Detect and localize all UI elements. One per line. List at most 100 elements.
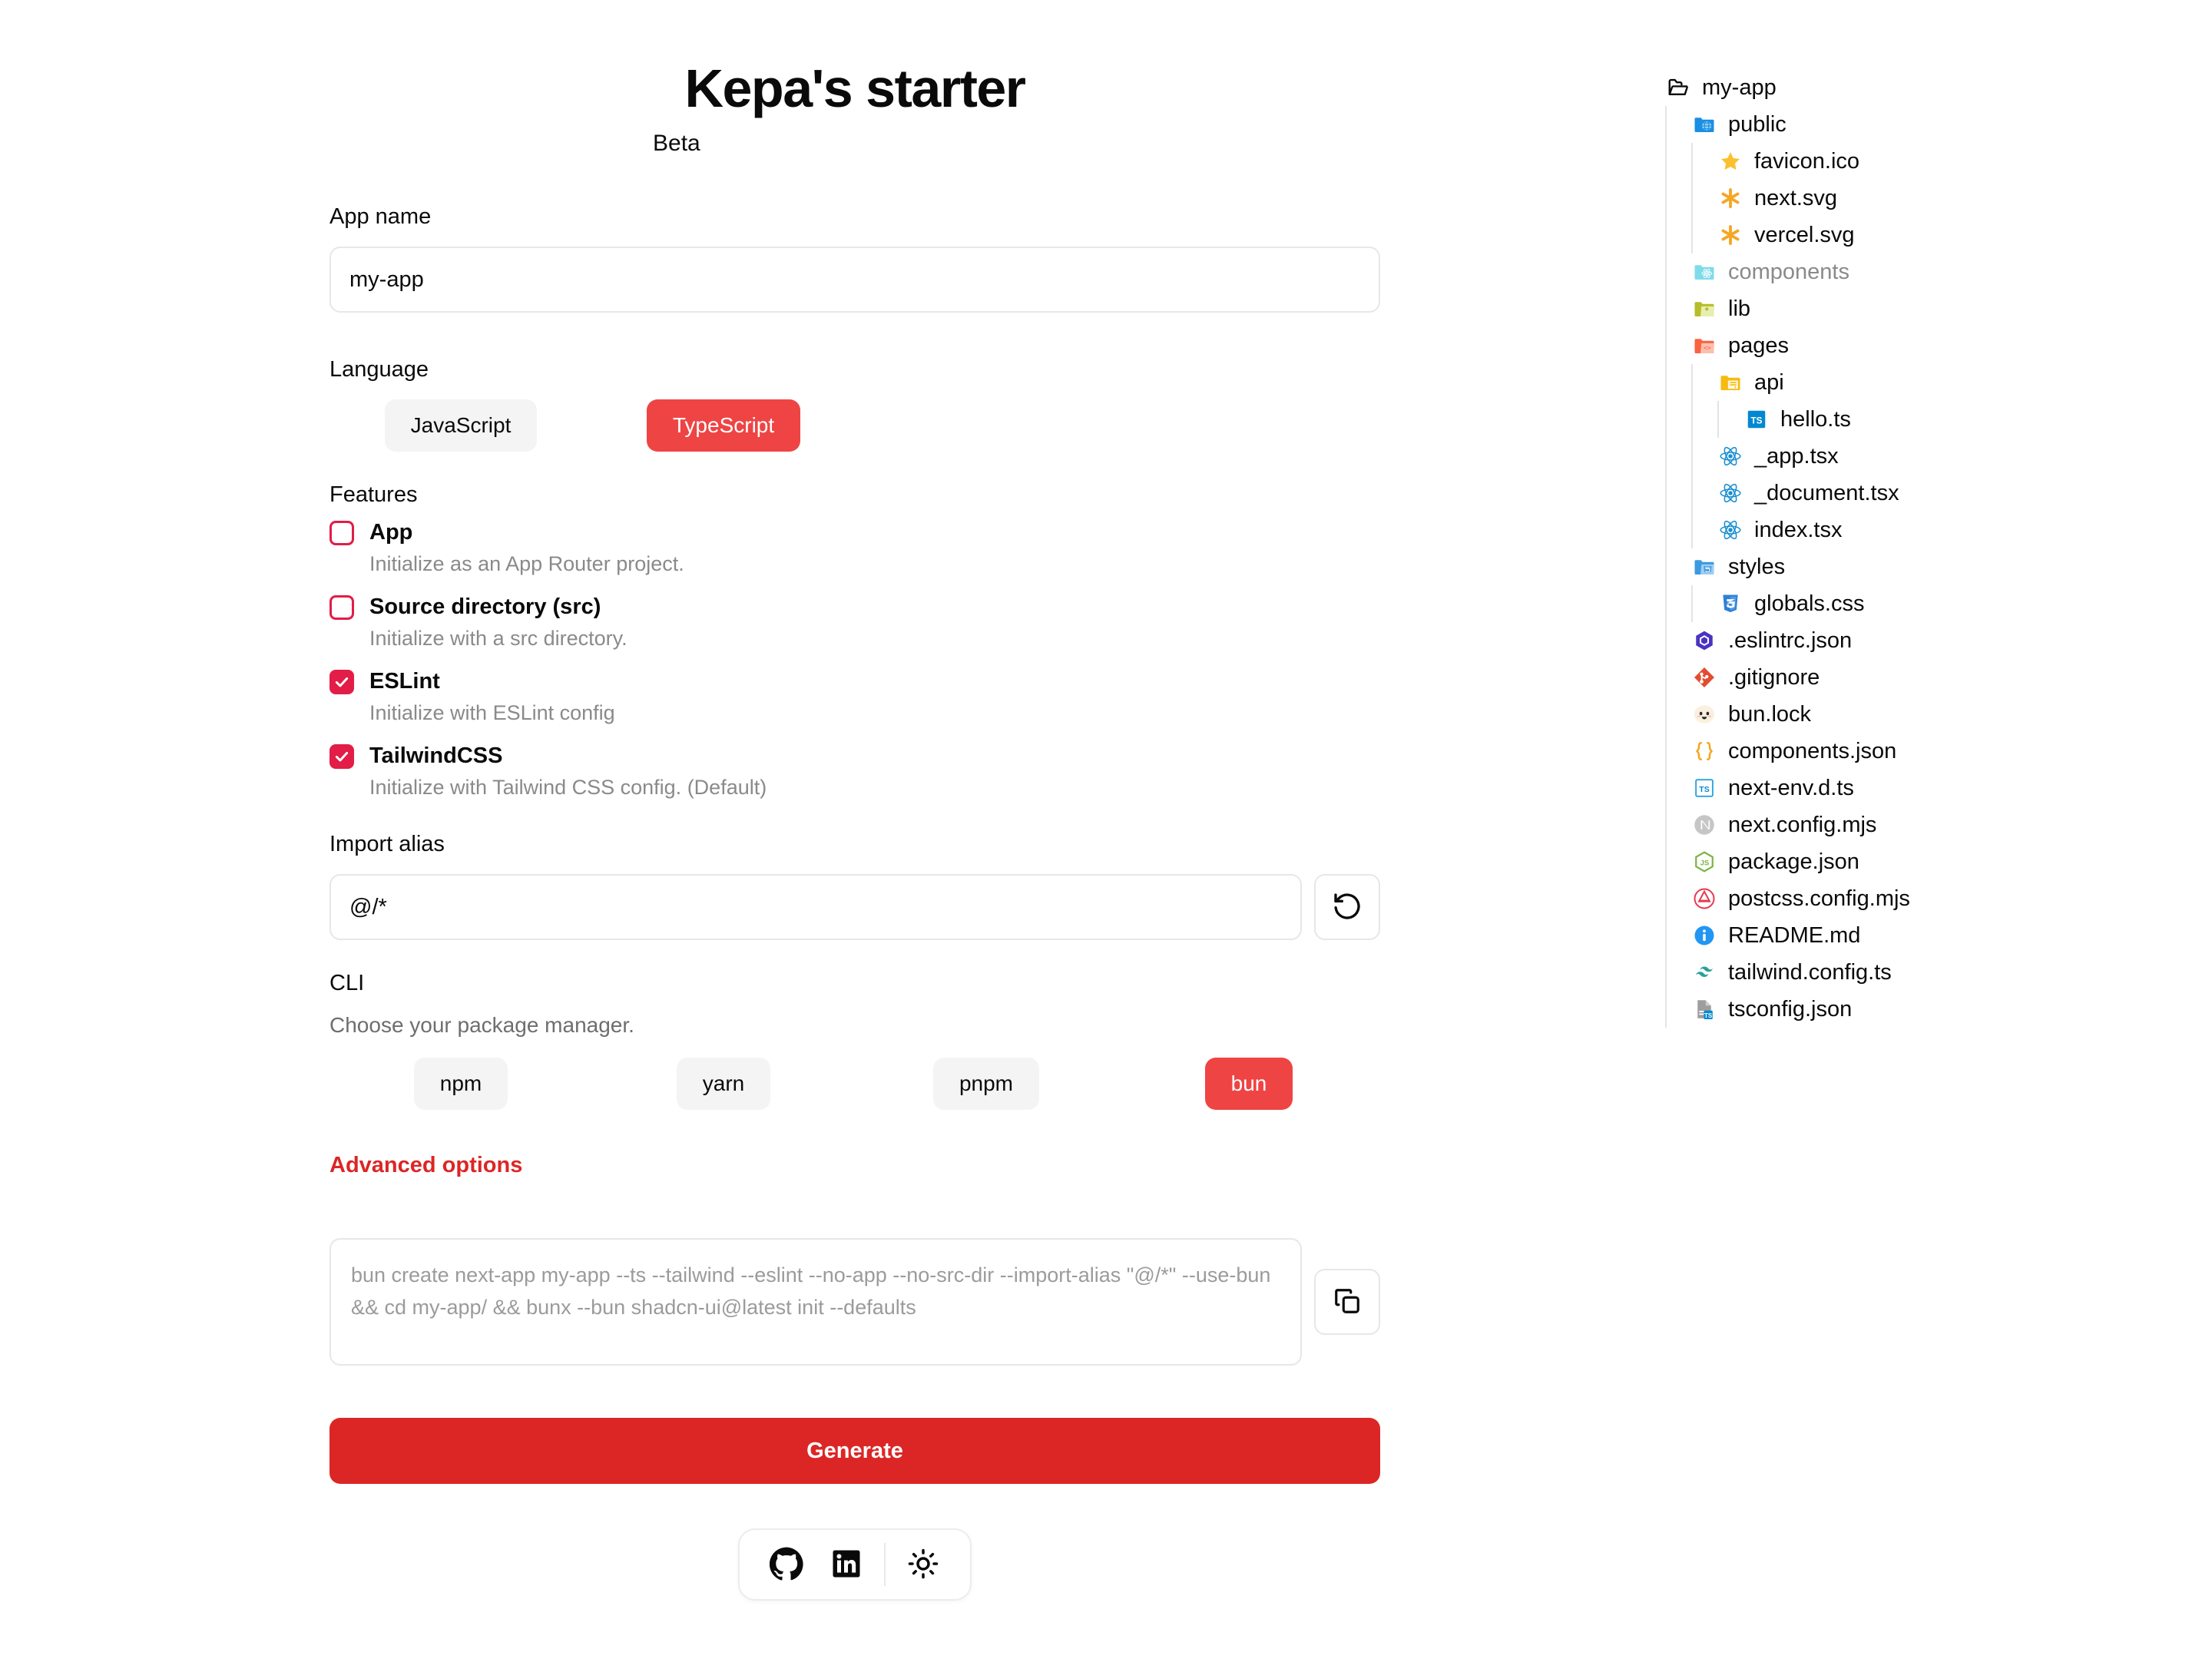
copy-icon: [1333, 1286, 1362, 1318]
generate-button[interactable]: Generate: [329, 1418, 1380, 1485]
svg-text:<>: <>: [1704, 343, 1711, 351]
folder-pages-icon: <>: [1691, 333, 1717, 359]
tree-node-label: api: [1754, 369, 1784, 395]
file-tree: my-app public favicon.ico next.svg vercel.sv…: [1665, 69, 2203, 1028]
tree-node-label: vercel.svg: [1754, 222, 1855, 247]
tree-node-package-json[interactable]: JS package.json: [1665, 843, 2203, 880]
tree-node-next-env-d-ts[interactable]: TS next-env.d.ts: [1665, 770, 2203, 806]
eslint-icon: [1691, 628, 1717, 654]
tree-node-readme-md[interactable]: README.md: [1665, 917, 2203, 954]
tree-node-favicon-ico[interactable]: favicon.ico: [1665, 143, 2203, 180]
tree-node-next-config-mjs[interactable]: next.config.mjs: [1665, 806, 2203, 843]
tree-node-label: tailwind.config.ts: [1728, 959, 1892, 985]
package-manager-button-yarn[interactable]: yarn: [676, 1058, 771, 1111]
language-button-javascript[interactable]: JavaScript: [384, 399, 538, 452]
starter-form: App name Language JavaScript TypeScript …: [329, 204, 1380, 1601]
pm-cell-pnpm: pnpm: [855, 1058, 1118, 1111]
tree-node-label: public: [1728, 111, 1786, 137]
tree-node-components-json[interactable]: components.json: [1665, 733, 2203, 770]
node-icon: JS: [1691, 849, 1717, 875]
svg-text:TS: TS: [1699, 785, 1709, 794]
tree-node-hello-ts[interactable]: TS hello.ts: [1665, 401, 2203, 438]
tree-node-app-tsx[interactable]: _app.tsx: [1665, 438, 2203, 475]
checkbox-eslint[interactable]: [329, 669, 354, 694]
command-textarea[interactable]: bun create next-app my-app --ts --tailwi…: [329, 1238, 1302, 1366]
tree-node-lib[interactable]: lib: [1665, 290, 2203, 327]
tree-node-pages[interactable]: <> pages: [1665, 327, 2203, 364]
advanced-options-link[interactable]: Advanced options: [329, 1153, 522, 1178]
feature-src-head: Source directory (src): [329, 594, 1380, 620]
github-icon: [769, 1547, 803, 1583]
checkbox-tailwindcss[interactable]: [329, 743, 354, 769]
tree-indent-spacer: [1667, 364, 1691, 401]
tree-node-styles[interactable]: styles: [1665, 548, 2203, 585]
tree-indent-spacer: [1667, 475, 1691, 512]
github-link-button[interactable]: [757, 1541, 816, 1588]
tree-node-api[interactable]: api: [1665, 364, 2203, 401]
language-button-typescript[interactable]: TypeScript: [646, 399, 801, 452]
tree-node-eslintrc-json[interactable]: .eslintrc.json: [1665, 622, 2203, 659]
linkedin-icon: [831, 1548, 862, 1581]
tree-node-document-tsx[interactable]: _document.tsx: [1665, 475, 2203, 512]
tree-indent-spacer: [1667, 438, 1691, 475]
tree-node-bun-lock[interactable]: bun.lock: [1665, 696, 2203, 733]
reset-alias-button[interactable]: [1314, 874, 1380, 941]
import-alias-input[interactable]: [329, 874, 1302, 941]
tree-indent-spacer: [1693, 401, 1717, 438]
page-title: Kepa's starter: [684, 58, 1026, 118]
tree-node-label: styles: [1728, 554, 1786, 579]
copy-command-button[interactable]: [1314, 1269, 1380, 1336]
feature-eslint: ESLint Initialize with ESLint config: [329, 669, 1380, 725]
tree-node-tsconfig-json[interactable]: TS tsconfig.json: [1665, 991, 2203, 1028]
react-icon: [1717, 480, 1743, 506]
svg-icon: [1717, 185, 1743, 211]
tree-node-gitignore[interactable]: .gitignore: [1665, 659, 2203, 696]
tsconfig-icon: TS: [1691, 996, 1717, 1022]
import-alias-label: Import alias: [329, 832, 445, 857]
svg-text:TS: TS: [1704, 1012, 1713, 1019]
package-manager-button-pnpm[interactable]: pnpm: [932, 1058, 1040, 1111]
tree-node-index-tsx[interactable]: index.tsx: [1665, 512, 2203, 548]
tree-node-next-svg[interactable]: next.svg: [1665, 180, 2203, 217]
footer-divider: [884, 1543, 886, 1587]
checkbox-source-directory[interactable]: [329, 594, 354, 620]
import-alias-row: [329, 874, 1380, 941]
theme-toggle-button[interactable]: [893, 1541, 953, 1588]
language-cell-javascript: JavaScript: [329, 399, 592, 452]
tree-indent-spacer: [1667, 290, 1691, 327]
tree-node-label: components: [1728, 259, 1849, 284]
reset-icon: [1332, 891, 1363, 924]
tree-node-label: README.md: [1728, 922, 1861, 948]
package-manager-button-npm[interactable]: npm: [413, 1058, 508, 1111]
tree-node-label: bun.lock: [1728, 701, 1812, 727]
tree-node-label: .eslintrc.json: [1728, 628, 1853, 653]
tree-node-label: favicon.ico: [1754, 148, 1860, 174]
tree-node-tailwind-config-ts[interactable]: tailwind.config.ts: [1665, 954, 2203, 991]
package-manager-button-bun[interactable]: bun: [1204, 1058, 1293, 1111]
tree-node-globals-css[interactable]: globals.css: [1665, 585, 2203, 622]
linkedin-link-button[interactable]: [816, 1541, 876, 1588]
tree-node-label: _document.tsx: [1754, 480, 1899, 505]
tree-node-my-app[interactable]: my-app: [1665, 69, 2203, 106]
tree-indent-spacer: [1667, 770, 1691, 806]
pm-cell-yarn: yarn: [592, 1058, 855, 1111]
tree-node-vercel-svg[interactable]: vercel.svg: [1665, 217, 2203, 253]
app-name-input[interactable]: [329, 247, 1380, 313]
checkbox-app[interactable]: [329, 520, 354, 545]
page-subtitle: Beta: [653, 131, 700, 157]
tree-node-public[interactable]: public: [1665, 106, 2203, 143]
git-icon: [1691, 664, 1717, 690]
cli-sublabel: Choose your package manager.: [329, 1013, 634, 1038]
feature-tailwind-head: TailwindCSS: [329, 743, 1380, 769]
feature-eslint-head: ESLint: [329, 669, 1380, 694]
info-icon: [1691, 922, 1717, 949]
tree-indent-spacer: [1719, 401, 1743, 438]
tree-node-postcss-config-mjs[interactable]: postcss.config.mjs: [1665, 880, 2203, 917]
folder-styles-icon: [1691, 554, 1717, 580]
tree-indent-spacer: [1667, 806, 1691, 843]
tree-indent-spacer: [1693, 217, 1717, 253]
tree-indent-spacer: [1693, 143, 1717, 180]
tree-node-components[interactable]: components: [1665, 253, 2203, 290]
css-icon: [1717, 591, 1743, 617]
tree-node-label: next.config.mjs: [1728, 812, 1877, 837]
